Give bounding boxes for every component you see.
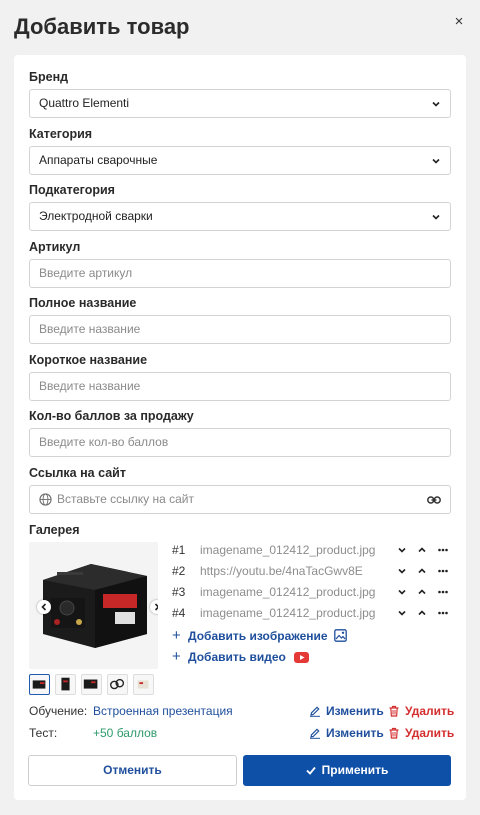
gallery-item-name: imagename_012412_product.jpg	[200, 585, 376, 599]
subcategory-value: Электродной сварки	[39, 209, 153, 223]
gallery-item-number: #1	[172, 543, 186, 557]
globe-icon	[39, 493, 52, 506]
move-down-icon[interactable]	[397, 608, 407, 618]
subcategory-select[interactable]: Электродной сварки	[29, 202, 451, 231]
more-options-icon[interactable]	[438, 566, 448, 576]
cancel-button[interactable]: Отменить	[28, 755, 237, 786]
check-icon	[305, 766, 316, 775]
gallery-item-name: https://youtu.be/4naTacGwv8E	[200, 564, 363, 578]
article-label: Артикул	[29, 240, 81, 254]
brand-value: Quattro Elementi	[39, 96, 130, 110]
move-up-icon[interactable]	[417, 608, 427, 618]
more-options-icon[interactable]	[438, 545, 448, 555]
add-video-label: Добавить видео	[188, 650, 286, 664]
full-name-input[interactable]: Введите название	[29, 315, 451, 344]
pencil-icon	[310, 706, 320, 717]
gallery-thumb-5[interactable]	[133, 674, 154, 695]
short-name-input[interactable]: Введите название	[29, 372, 451, 401]
gallery-next-button[interactable]	[150, 600, 158, 614]
link-icon[interactable]	[427, 494, 441, 506]
category-select[interactable]: Аппараты сварочные	[29, 146, 451, 175]
add-image-label: Добавить изображение	[188, 629, 328, 643]
more-options-icon[interactable]	[438, 587, 448, 597]
delete-label: Удалить	[405, 726, 455, 740]
gallery-item-number: #3	[172, 585, 186, 599]
test-edit-button[interactable]: Изменить	[309, 725, 384, 741]
points-label: Кол-во баллов за продажу	[29, 409, 194, 423]
gallery-thumb-1[interactable]	[29, 674, 50, 695]
move-down-icon[interactable]	[397, 545, 407, 555]
test-label: Тест:	[29, 726, 58, 740]
image-icon	[334, 629, 347, 642]
plus-icon: +	[172, 648, 181, 665]
test-delete-button[interactable]: Удалить	[388, 725, 454, 741]
gallery-thumb-4[interactable]	[107, 674, 128, 695]
gallery-thumb-3[interactable]	[81, 674, 102, 695]
edit-label: Изменить	[326, 704, 384, 718]
gallery-item-number: #2	[172, 564, 186, 578]
chevron-down-icon	[432, 158, 440, 164]
apply-label: Применить	[321, 763, 389, 777]
subcategory-label: Подкатегория	[29, 183, 115, 197]
full-name-label: Полное название	[29, 296, 137, 310]
category-value: Аппараты сварочные	[39, 153, 158, 167]
training-value[interactable]: Встроенная презентация	[93, 703, 233, 719]
brand-select[interactable]: Quattro Elementi	[29, 89, 451, 118]
move-down-icon[interactable]	[397, 587, 407, 597]
move-up-icon[interactable]	[417, 587, 427, 597]
modal-title: Добавить товар	[14, 14, 190, 39]
trash-icon	[389, 727, 399, 739]
gallery-prev-button[interactable]	[37, 600, 51, 614]
points-input[interactable]: Введите кол-во баллов	[29, 428, 451, 457]
gallery-item: #2 https://youtu.be/4naTacGwv8E	[172, 563, 452, 579]
pencil-icon	[310, 728, 320, 739]
chevron-down-icon	[432, 214, 440, 220]
gallery-preview-image	[29, 542, 158, 669]
training-label: Обучение:	[29, 704, 88, 718]
brand-label: Бренд	[29, 70, 69, 84]
edit-label: Изменить	[326, 726, 384, 740]
gallery-item-name: imagename_012412_product.jpg	[200, 606, 376, 620]
add-product-modal: Добавить товар × Бренд Quattro Elementi …	[0, 0, 480, 815]
close-icon[interactable]: ×	[451, 14, 467, 30]
move-down-icon[interactable]	[397, 566, 407, 576]
apply-button[interactable]: Применить	[243, 755, 451, 786]
gallery-item-number: #4	[172, 606, 186, 620]
add-image-button[interactable]: + Добавить изображение	[172, 627, 347, 644]
gallery-item: #1 imagename_012412_product.jpg	[172, 542, 452, 558]
youtube-icon	[294, 652, 310, 663]
delete-label: Удалить	[405, 704, 455, 718]
gallery-item-name: imagename_012412_product.jpg	[200, 543, 376, 557]
gallery-item: #3 imagename_012412_product.jpg	[172, 584, 452, 600]
plus-icon: +	[172, 627, 181, 644]
category-label: Категория	[29, 127, 93, 141]
gallery-item: #4 imagename_012412_product.jpg	[172, 605, 452, 621]
training-delete-button[interactable]: Удалить	[388, 703, 454, 719]
training-edit-button[interactable]: Изменить	[309, 703, 384, 719]
site-link-placeholder: Вставьте ссылку на сайт	[57, 492, 194, 506]
short-name-label: Короткое название	[29, 353, 148, 367]
gallery-thumb-2[interactable]	[55, 674, 76, 695]
site-link-input[interactable]: Вставьте ссылку на сайт	[29, 485, 451, 514]
move-up-icon[interactable]	[417, 545, 427, 555]
gallery-label: Галерея	[29, 523, 80, 537]
chevron-down-icon	[432, 101, 440, 107]
trash-icon	[389, 705, 399, 717]
article-input[interactable]: Введите артикул	[29, 259, 451, 288]
test-value: +50 баллов	[93, 726, 158, 740]
move-up-icon[interactable]	[417, 566, 427, 576]
add-video-button[interactable]: + Добавить видео	[172, 648, 310, 665]
form-card: Бренд Quattro Elementi Категория Аппарат…	[14, 55, 466, 800]
more-options-icon[interactable]	[438, 608, 448, 618]
site-link-label: Ссылка на сайт	[29, 466, 126, 480]
